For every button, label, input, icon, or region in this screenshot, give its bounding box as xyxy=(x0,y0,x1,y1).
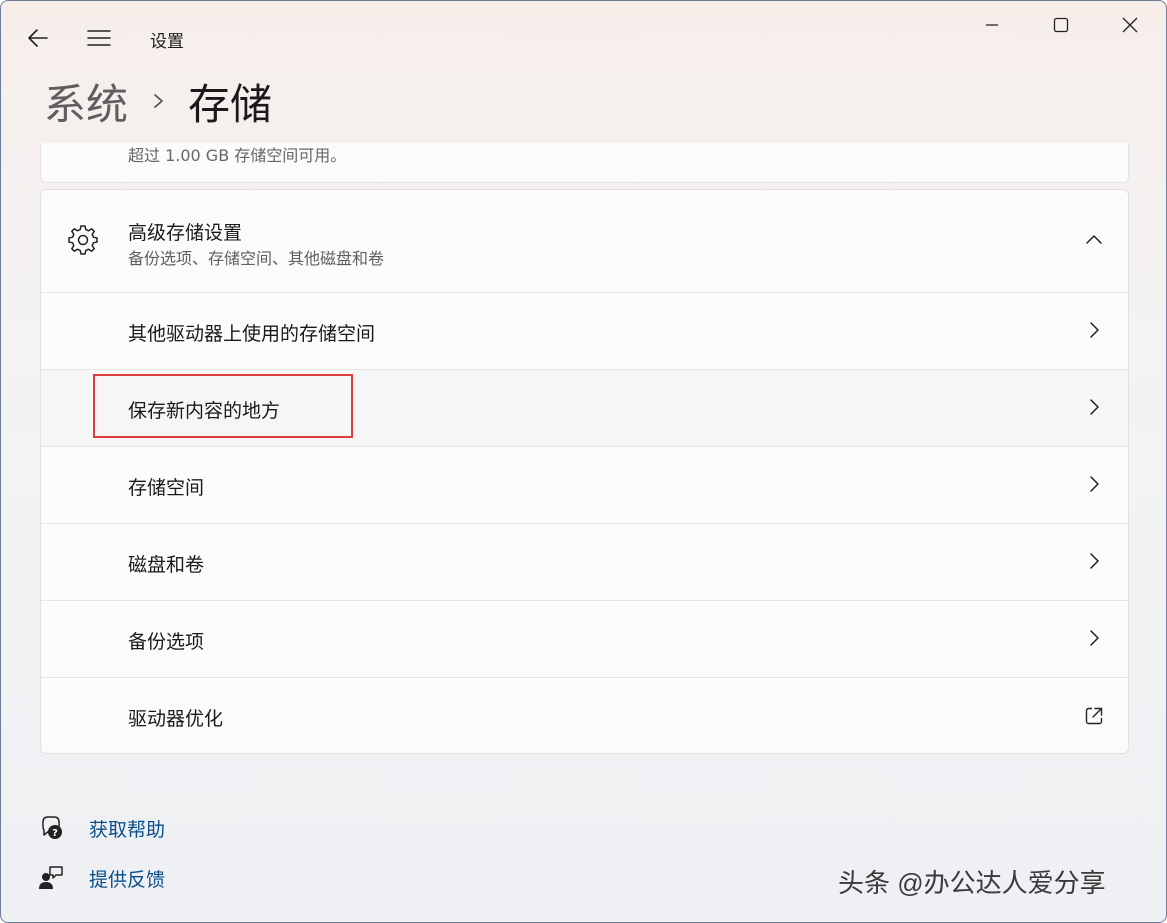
chevron-right-icon xyxy=(1090,553,1099,569)
get-help-text[interactable]: 获取帮助 xyxy=(89,815,165,842)
close-button[interactable] xyxy=(1097,3,1163,47)
chevron-up-icon[interactable] xyxy=(1084,230,1104,250)
chevron-right-icon xyxy=(1090,399,1099,415)
settings-content[interactable]: 超过 1.00 GB 存储空间可用。 高级存储设置 备份选项、存储空间、其他磁盘… xyxy=(1,143,1166,922)
back-arrow-icon xyxy=(28,29,48,47)
chevron-right-icon xyxy=(1090,322,1099,338)
maximize-icon xyxy=(1053,17,1069,33)
back-button[interactable] xyxy=(15,15,61,61)
give-feedback-link[interactable]: 提供反馈 xyxy=(37,853,165,903)
row-where-new-content-is-saved[interactable]: 保存新内容的地方 xyxy=(41,370,1128,447)
advanced-storage-header[interactable]: 高级存储设置 备份选项、存储空间、其他磁盘和卷 xyxy=(41,190,1128,293)
row-storage-spaces[interactable]: 存储空间 xyxy=(41,447,1128,524)
title-bar: 设置 xyxy=(1,1,1166,73)
storage-summary-card: 超过 1.00 GB 存储空间可用。 xyxy=(40,143,1129,183)
row-label: 其他驱动器上使用的存储空间 xyxy=(128,323,376,345)
gear-icon xyxy=(68,225,98,255)
row-label: 磁盘和卷 xyxy=(128,554,205,576)
navigation-menu-button[interactable] xyxy=(76,15,122,61)
maximize-button[interactable] xyxy=(1028,3,1094,47)
breadcrumb-separator-icon xyxy=(152,90,166,112)
get-help-link[interactable]: ? 获取帮助 xyxy=(37,803,165,853)
minimize-icon xyxy=(986,24,998,26)
page-title: 存储 xyxy=(188,79,273,129)
row-disks-and-volumes[interactable]: 磁盘和卷 xyxy=(41,524,1128,601)
chevron-right-icon xyxy=(1090,630,1099,646)
app-title: 设置 xyxy=(150,32,184,52)
row-drive-optimization[interactable]: 驱动器优化 xyxy=(41,678,1128,753)
advanced-storage-subtitle: 备份选项、存储空间、其他磁盘和卷 xyxy=(128,249,385,268)
red-highlight-box xyxy=(93,374,353,438)
advanced-storage-group: 高级存储设置 备份选项、存储空间、其他磁盘和卷 其他驱动器上使用的存储空间 保存… xyxy=(40,189,1129,754)
feedback-person-icon xyxy=(39,866,63,889)
row-label: 存储空间 xyxy=(128,477,205,499)
external-link-icon xyxy=(1085,707,1103,725)
close-icon xyxy=(1122,17,1138,33)
watermark-text: 头条 @办公达人爱分享 xyxy=(838,868,1106,898)
row-label: 备份选项 xyxy=(128,631,205,653)
give-feedback-text[interactable]: 提供反馈 xyxy=(89,865,165,892)
hamburger-menu-icon xyxy=(87,30,111,46)
minimize-button[interactable] xyxy=(959,3,1025,47)
help-links: ? 获取帮助 提供反馈 xyxy=(37,803,165,903)
chevron-right-icon xyxy=(1090,476,1099,492)
row-backup-options[interactable]: 备份选项 xyxy=(41,601,1128,678)
breadcrumb: 系统 存储 xyxy=(44,71,272,131)
storage-summary-subtitle: 超过 1.00 GB 存储空间可用。 xyxy=(128,146,347,165)
settings-window: 设置 系统 存储 超过 1.00 GB 存储空间可用。 高级存储设置 备份选项、… xyxy=(0,0,1167,923)
row-label: 驱动器优化 xyxy=(128,708,224,730)
svg-text:?: ? xyxy=(52,828,58,839)
help-chat-icon: ? xyxy=(42,816,62,839)
breadcrumb-parent[interactable]: 系统 xyxy=(44,71,128,132)
advanced-storage-title: 高级存储设置 xyxy=(128,222,243,244)
row-storage-used-on-other-drives[interactable]: 其他驱动器上使用的存储空间 xyxy=(41,293,1128,370)
